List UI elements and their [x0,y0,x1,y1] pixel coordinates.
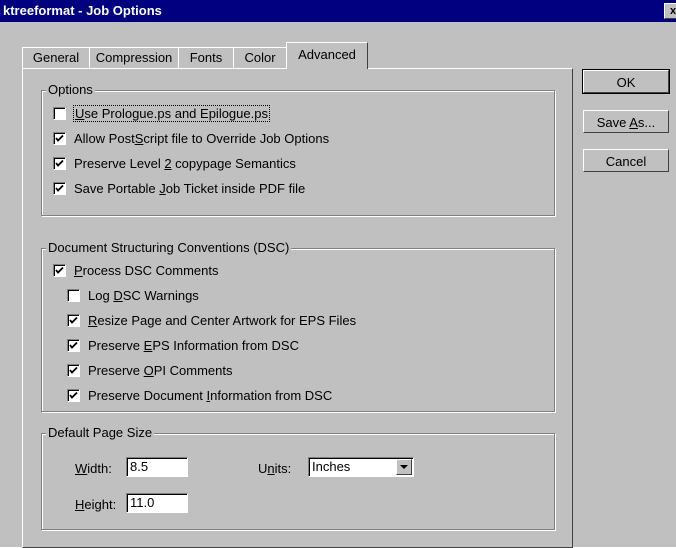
checkbox-box [53,181,66,195]
checkbox-box [53,106,66,120]
height-label: Height: [75,497,117,512]
preserve-level2-copypage-checkbox[interactable]: Preserve Level 2 copypage Semantics [53,154,296,172]
resize-page-eps-checkbox[interactable]: Resize Page and Center Artwork for EPS F… [67,311,356,329]
checkmark-icon [69,391,78,399]
width-value: 8.5 [130,459,149,474]
tab-fonts[interactable]: Fonts [178,47,234,68]
allow-postscript-override-label: Allow PostScript file to Override Job Op… [74,130,330,146]
dsc-group-label: Document Structuring Conventions (DSC) [46,240,292,256]
preserve-document-information-checkbox[interactable]: Preserve Document Information from DSC [67,386,332,404]
preserve-opi-comments-checkbox[interactable]: Preserve OPI Comments [67,361,233,379]
save-as-button[interactable]: Save As... [583,110,669,133]
checkmark-icon [55,266,64,274]
window-title: ktreeformat - Job Options [3,3,162,18]
tab-advanced[interactable]: Advanced [286,42,368,69]
checkmark-icon [55,184,64,192]
allow-postscript-override-checkbox[interactable]: Allow PostScript file to Override Job Op… [53,129,329,147]
checkbox-box [67,338,80,352]
job-options-dialog: ktreeformat - Job Options x General Comp… [0,0,676,548]
checkmark-icon [69,316,78,324]
tab-compression[interactable]: Compression [89,47,179,68]
use-prologue-epilogue-checkbox[interactable]: Use Prologue.ps and Epilogue.ps [53,104,270,122]
close-icon: x [669,5,676,17]
tab-fonts-label: Fonts [189,50,223,65]
units-select[interactable]: Inches [308,457,414,477]
checkbox-box [53,156,66,170]
chevron-down-icon [400,465,408,469]
height-input[interactable]: 11.0 [126,493,188,513]
checkmark-icon [55,159,64,167]
close-button[interactable]: x [664,3,676,19]
preserve-opi-comments-label: Preserve OPI Comments [88,362,233,378]
save-as-label: Save As... [596,115,656,130]
dialog-client: General Compression Fonts Color Advanced… [0,22,676,548]
dsc-group: Document Structuring Conventions (DSC) P… [41,240,555,412]
options-group-label: Options [46,82,95,98]
advanced-panel: Options Use Prologue.ps and Epilogue.ps … [22,68,573,548]
tab-general[interactable]: General [22,47,90,68]
use-prologue-epilogue-label: Use Prologue.ps and Epilogue.ps [73,104,270,122]
checkbox-box [53,263,66,277]
checkbox-box [53,131,66,145]
process-dsc-comments-checkbox[interactable]: Process DSC Comments [53,261,218,279]
save-job-ticket-label: Save Portable Job Ticket inside PDF file [74,180,306,196]
checkmark-icon [69,366,78,374]
save-job-ticket-checkbox[interactable]: Save Portable Job Ticket inside PDF file [53,179,305,197]
preserve-eps-information-checkbox[interactable]: Preserve EPS Information from DSC [67,336,299,354]
ok-button[interactable]: OK [583,70,669,93]
log-dsc-warnings-label: Log DSC Warnings [88,287,199,303]
title-bar[interactable]: ktreeformat - Job Options x [0,0,676,22]
cancel-label: Cancel [605,154,647,169]
page-size-group-label: Default Page Size [46,425,155,441]
checkmark-icon [55,134,64,142]
units-value: Inches [312,459,351,474]
units-label: Units: [258,461,292,476]
height-value: 11.0 [130,495,155,510]
preserve-level2-copypage-label: Preserve Level 2 copypage Semantics [74,155,296,171]
tab-advanced-label: Advanced [298,47,356,62]
log-dsc-warnings-checkbox[interactable]: Log DSC Warnings [67,286,199,304]
width-input[interactable]: 8.5 [126,457,188,477]
preserve-document-information-label: Preserve Document Information from DSC [88,387,333,403]
checkbox-box [67,313,80,327]
tab-compression-label: Compression [95,50,173,65]
width-label: Width: [75,461,112,476]
cancel-button[interactable]: Cancel [583,149,669,172]
tab-color[interactable]: Color [233,47,287,68]
tab-general-label: General [32,50,80,65]
default-page-size-group: Default Page Size Width: 8.5 Units: Inch… [41,425,555,530]
dropdown-arrow-button[interactable] [396,459,412,475]
ok-label: OK [616,75,636,90]
resize-page-eps-label: Resize Page and Center Artwork for EPS F… [88,312,357,328]
tab-color-label: Color [244,50,276,65]
checkbox-box [67,288,80,302]
options-group: Options Use Prologue.ps and Epilogue.ps … [41,82,555,216]
checkmark-icon [69,341,78,349]
preserve-eps-information-label: Preserve EPS Information from DSC [88,337,299,353]
process-dsc-comments-label: Process DSC Comments [74,262,219,278]
checkbox-box [67,388,80,402]
checkbox-box [67,363,80,377]
